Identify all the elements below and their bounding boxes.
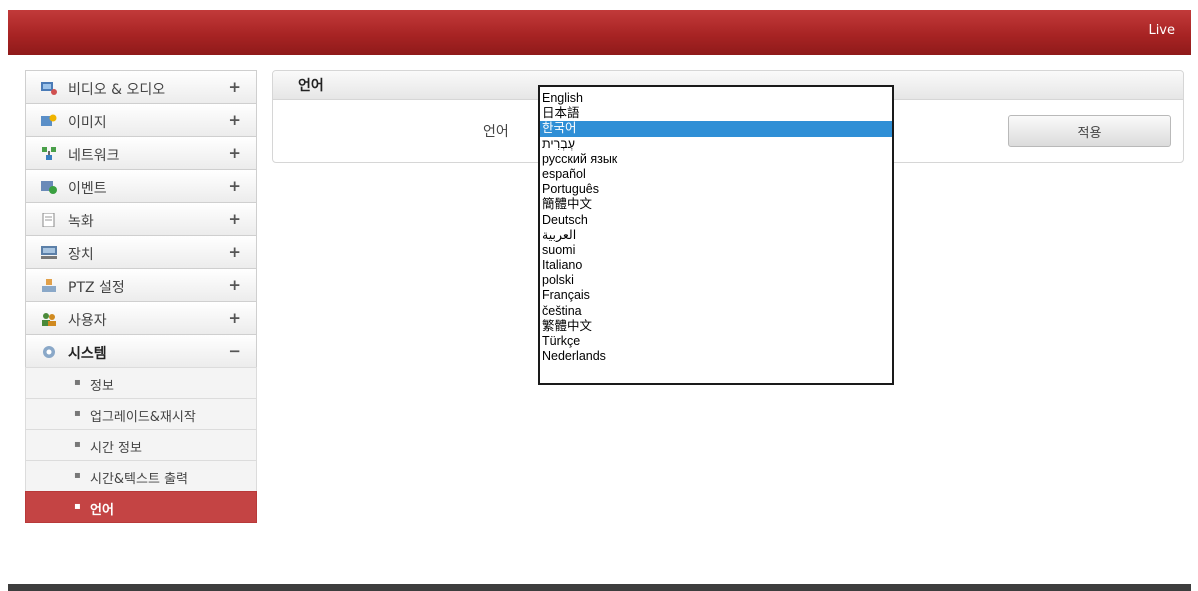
language-option[interactable]: suomi	[540, 243, 892, 258]
ptz-icon	[42, 279, 56, 292]
network-icon	[42, 147, 56, 160]
expand-icon[interactable]: +	[228, 177, 241, 195]
language-option[interactable]: العربية	[540, 228, 892, 243]
sidebar-subitem-info[interactable]: ▪ 정보	[25, 367, 257, 399]
language-option[interactable]: polski	[540, 273, 892, 288]
sidebar-item-record[interactable]: 녹화 +	[25, 202, 257, 236]
user-icon	[42, 313, 56, 326]
sidebar-subitem-time-text-output[interactable]: ▪ 시간&텍스트 출력	[25, 460, 257, 492]
language-option[interactable]: English	[540, 91, 892, 106]
sidebar: 비디오 & 오디오 + 이미지 + 네트워크 + 이벤트 + 녹화 + 장치 +…	[25, 70, 257, 523]
image-icon	[41, 114, 57, 126]
sidebar-subitem-label: 언어	[90, 503, 114, 518]
language-option[interactable]: Português	[540, 182, 892, 197]
bottom-bar	[8, 584, 1191, 591]
expand-icon[interactable]: +	[228, 210, 241, 228]
expand-icon[interactable]: +	[228, 144, 241, 162]
event-icon	[41, 181, 57, 194]
sidebar-item-label: 장치	[68, 247, 94, 263]
expand-icon[interactable]: +	[228, 243, 241, 261]
language-label: 언어	[483, 124, 509, 140]
sidebar-item-label: 비디오 & 오디오	[68, 82, 166, 98]
language-option[interactable]: 한국어	[540, 121, 892, 137]
sidebar-item-video-audio[interactable]: 비디오 & 오디오 +	[25, 70, 257, 104]
live-link[interactable]: Live	[1148, 23, 1175, 38]
record-icon	[42, 213, 55, 227]
language-dropdown-list[interactable]: English 日本語 한국어 עְבְרִית русский язык español…	[538, 85, 894, 385]
language-option[interactable]: 日本語	[540, 106, 892, 121]
expand-icon[interactable]: +	[228, 309, 241, 327]
page-title: 언어	[298, 78, 324, 94]
sidebar-item-ptz[interactable]: PTZ 설정 +	[25, 268, 257, 302]
sidebar-item-label: 사용자	[68, 313, 107, 329]
language-option[interactable]: Italiano	[540, 258, 892, 273]
sidebar-subitem-label: 업그레이드&재시작	[90, 410, 196, 425]
language-option[interactable]: español	[540, 167, 892, 182]
sidebar-item-label: 이미지	[68, 115, 107, 131]
expand-icon[interactable]: +	[228, 276, 241, 294]
language-option[interactable]: Deutsch	[540, 213, 892, 228]
sidebar-subitem-time-info[interactable]: ▪ 시간 정보	[25, 429, 257, 461]
sidebar-item-image[interactable]: 이미지 +	[25, 103, 257, 137]
sidebar-item-label: 녹화	[68, 214, 94, 230]
language-option[interactable]: Français	[540, 288, 892, 303]
collapse-icon[interactable]: −	[228, 342, 241, 360]
language-option[interactable]: русский язык	[540, 152, 892, 167]
sidebar-subitem-label: 시간&텍스트 출력	[90, 472, 188, 487]
bullet-icon: ▪	[74, 439, 81, 450]
video-audio-icon	[41, 82, 57, 95]
sidebar-item-event[interactable]: 이벤트 +	[25, 169, 257, 203]
language-option[interactable]: Nederlands	[540, 349, 892, 364]
device-icon	[41, 246, 57, 259]
sidebar-item-system[interactable]: 시스템 −	[25, 334, 257, 368]
sidebar-item-label: PTZ 설정	[68, 280, 125, 296]
sidebar-subitem-language[interactable]: ▪ 언어	[25, 491, 257, 523]
language-option[interactable]: 繁體中文	[540, 319, 892, 334]
bullet-icon: ▪	[74, 501, 81, 512]
sidebar-item-device[interactable]: 장치 +	[25, 235, 257, 269]
bullet-icon: ▪	[74, 377, 81, 388]
sidebar-item-label: 시스템	[68, 346, 107, 362]
language-option[interactable]: עְבְרִית	[540, 137, 892, 152]
sidebar-subitem-upgrade-restart[interactable]: ▪ 업그레이드&재시작	[25, 398, 257, 430]
bullet-icon: ▪	[74, 408, 81, 419]
language-option[interactable]: 簡體中文	[540, 197, 892, 212]
system-icon	[43, 346, 55, 358]
bullet-icon: ▪	[74, 470, 81, 481]
apply-button[interactable]: 적용	[1008, 115, 1171, 147]
language-option[interactable]: Türkçe	[540, 334, 892, 349]
top-bar: Live	[8, 10, 1191, 55]
sidebar-subitem-label: 시간 정보	[90, 441, 142, 456]
expand-icon[interactable]: +	[228, 78, 241, 96]
expand-icon[interactable]: +	[228, 111, 241, 129]
sidebar-item-label: 네트워크	[68, 148, 120, 164]
sidebar-item-network[interactable]: 네트워크 +	[25, 136, 257, 170]
language-option[interactable]: čeština	[540, 304, 892, 319]
sidebar-subitem-label: 정보	[90, 379, 114, 394]
sidebar-item-label: 이벤트	[68, 181, 107, 197]
sidebar-item-user[interactable]: 사용자 +	[25, 301, 257, 335]
